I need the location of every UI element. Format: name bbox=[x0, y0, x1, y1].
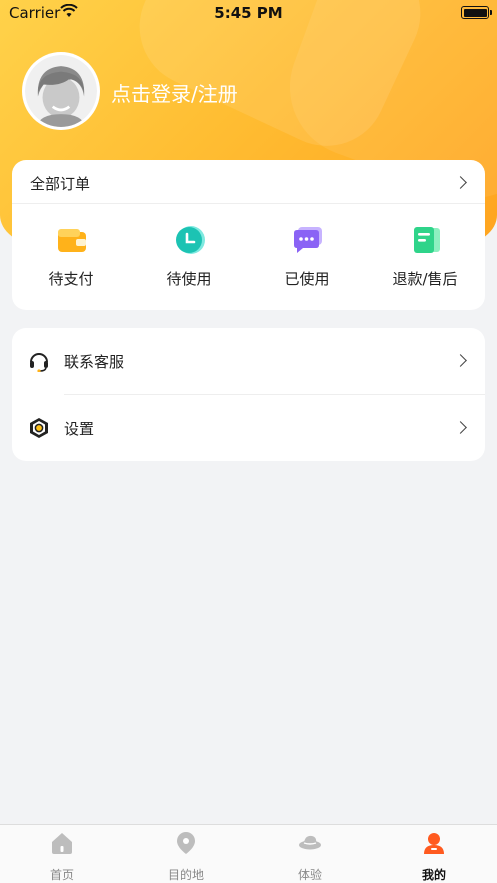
settings-row[interactable]: 设置 bbox=[12, 395, 485, 461]
message-icon bbox=[294, 227, 322, 253]
battery-icon bbox=[461, 6, 492, 19]
clock-icon bbox=[176, 226, 205, 254]
order-refund[interactable]: 退款/售后 bbox=[366, 220, 484, 300]
wallet-icon bbox=[58, 229, 86, 252]
tab-label: 我的 bbox=[421, 868, 446, 882]
default-avatar-icon bbox=[25, 55, 97, 127]
chevron-right-icon bbox=[454, 176, 467, 189]
chevron-right-icon bbox=[454, 421, 467, 434]
avatar[interactable] bbox=[22, 52, 100, 130]
home-icon bbox=[52, 833, 72, 854]
hat-icon bbox=[299, 835, 321, 850]
location-pin-icon bbox=[177, 832, 195, 854]
chevron-right-icon bbox=[454, 354, 467, 367]
tab-home[interactable]: 首页 bbox=[0, 825, 124, 883]
menu-item-label: 联系客服 bbox=[64, 353, 125, 371]
menu-card: 联系客服 设置 bbox=[12, 328, 485, 461]
order-item-label: 待使用 bbox=[166, 270, 212, 288]
tab-mine[interactable]: 我的 bbox=[372, 825, 496, 883]
order-pending-payment[interactable]: 待支付 bbox=[12, 220, 130, 300]
tab-bar: 首页 目的地 体验 我的 bbox=[0, 824, 497, 883]
menu-item-label: 设置 bbox=[64, 420, 95, 438]
contact-support-row[interactable]: 联系客服 bbox=[12, 328, 485, 394]
headset-icon bbox=[30, 353, 48, 372]
order-item-label: 待支付 bbox=[48, 270, 94, 288]
user-icon bbox=[424, 833, 444, 854]
orders-card: 全部订单 待支付 待使用 已使用 退款/售后 bbox=[12, 160, 485, 310]
order-item-label: 已使用 bbox=[284, 270, 330, 288]
order-used[interactable]: 已使用 bbox=[248, 220, 366, 300]
tab-destination[interactable]: 目的地 bbox=[124, 825, 248, 883]
settings-icon bbox=[30, 418, 48, 438]
tab-label: 首页 bbox=[49, 868, 74, 882]
login-register-link[interactable]: 点击登录/注册 bbox=[111, 78, 238, 107]
order-item-label: 退款/售后 bbox=[392, 270, 458, 288]
status-bar: Carrier 5:45 PM bbox=[0, 0, 497, 26]
tab-label: 体验 bbox=[297, 868, 322, 882]
tab-experience[interactable]: 体验 bbox=[248, 825, 372, 883]
clock: 5:45 PM bbox=[214, 4, 283, 22]
order-to-use[interactable]: 待使用 bbox=[130, 220, 248, 300]
all-orders-title: 全部订单 bbox=[30, 175, 91, 193]
tab-label: 目的地 bbox=[167, 868, 204, 882]
document-icon bbox=[414, 227, 440, 253]
all-orders-row[interactable]: 全部订单 bbox=[12, 160, 485, 204]
